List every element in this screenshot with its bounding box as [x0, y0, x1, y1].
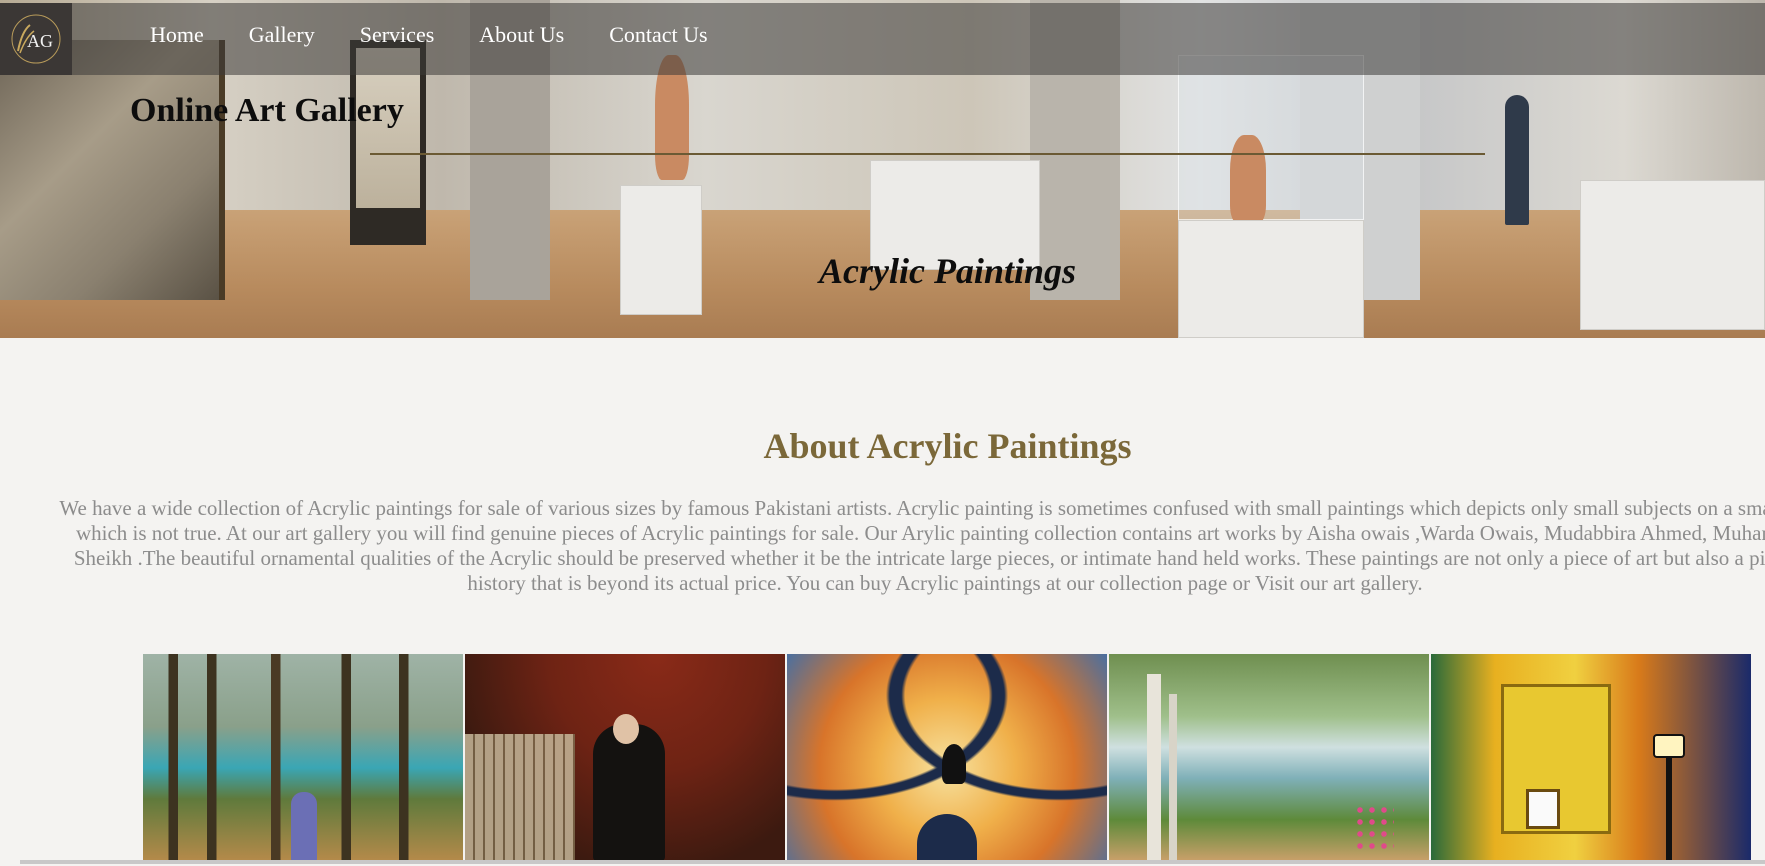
painting-thumbnail[interactable]	[143, 654, 463, 861]
painting-gallery	[143, 654, 1751, 861]
painting-thumbnail[interactable]	[1109, 654, 1429, 861]
birch-trunk	[1169, 694, 1177, 861]
bookshelves	[465, 734, 575, 861]
man-head	[613, 714, 639, 744]
painting-thumbnail[interactable]	[465, 654, 785, 861]
hero-divider	[370, 153, 1485, 155]
main-nav: Home Gallery Services About Us Contact U…	[150, 22, 753, 48]
street-lamp-icon	[1653, 734, 1685, 758]
hero-display-case	[1178, 55, 1364, 220]
swing-silhouette	[942, 744, 966, 784]
horizontal-scrollbar[interactable]	[20, 860, 1765, 864]
about-description: We have a wide collection of Acrylic pai…	[59, 496, 1765, 595]
painting-thumbnail[interactable]	[787, 654, 1107, 861]
site-title: Online Art Gallery	[130, 92, 404, 129]
hero-statue	[1230, 135, 1266, 223]
hero-banner: AG Home Gallery Services About Us Contac…	[0, 0, 1765, 338]
about-heading: About Acrylic Paintings	[763, 426, 1132, 466]
nav-home-link[interactable]: Home	[150, 22, 204, 48]
hero-subtitle-text: Acrylic Paintings	[818, 251, 1076, 291]
nav-gallery-link[interactable]: Gallery	[249, 22, 315, 48]
nav-about-us-link[interactable]: About Us	[479, 22, 564, 48]
nav-contact-us-link[interactable]: Contact Us	[609, 22, 707, 48]
art-gallery-logo-icon: AG	[11, 14, 61, 64]
painting-thumbnail[interactable]	[1431, 654, 1751, 861]
house-window	[1526, 789, 1560, 829]
flowers	[1354, 804, 1394, 854]
hero-visitor	[1505, 95, 1529, 225]
girl-figure	[291, 792, 317, 861]
street-lamp-post	[1666, 744, 1672, 861]
svg-text:AG: AG	[27, 31, 53, 51]
nav-services-link[interactable]: Services	[360, 22, 435, 48]
site-logo[interactable]: AG	[0, 3, 72, 75]
hero-subtitle: Acrylic Paintings	[0, 250, 1765, 292]
page: AG Home Gallery Services About Us Contac…	[0, 0, 1765, 866]
man-figure	[593, 724, 665, 861]
birch-trunk	[1147, 674, 1161, 861]
